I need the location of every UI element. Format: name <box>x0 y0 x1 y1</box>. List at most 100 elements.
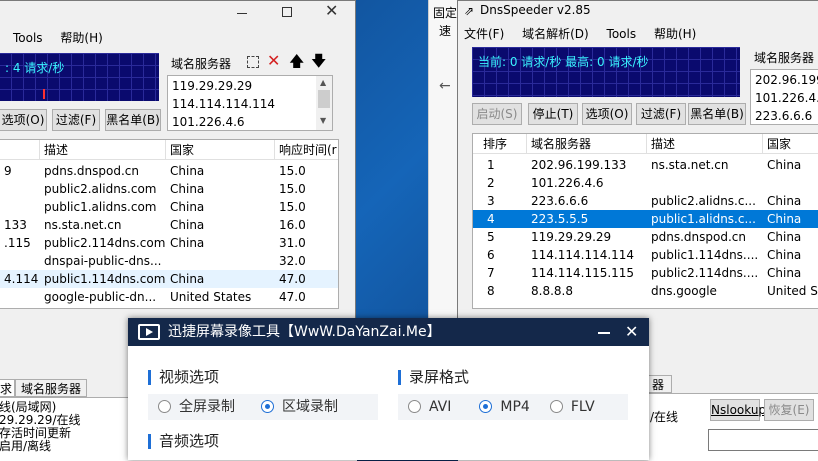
bottom-tab-dns-servers[interactable]: 域名服务器 <box>15 379 87 397</box>
dns-server-item[interactable]: 101.226.4.6 <box>172 115 245 129</box>
table-row[interactable]: 4.114 public1.114dns.com China 47.0 <box>0 270 338 288</box>
nslookup-button[interactable]: Nslookup <box>710 399 766 421</box>
start-button[interactable]: 启动(S) <box>472 103 522 125</box>
dns-server-item[interactable]: 119.29.29.29 <box>172 79 252 93</box>
table-cell-time: 16.0 <box>279 218 306 232</box>
column-header-ip[interactable] <box>0 140 40 160</box>
menu-tools[interactable]: Tools <box>13 31 43 45</box>
table-row[interactable]: .115 public2.114dns.com China 31.0 <box>0 234 338 252</box>
dns-server-item[interactable]: 101.226.4.6 <box>755 91 818 105</box>
table-row[interactable]: google-public-dn... United States 47.0 <box>0 288 338 306</box>
filter-button[interactable]: 过滤(F) <box>52 109 100 131</box>
flv-radio[interactable] <box>549 400 563 413</box>
table-row[interactable]: 8 8.8.8.8 dns.google United St <box>473 282 818 300</box>
move-up-icon[interactable]: 🡅 <box>289 51 304 76</box>
table-cell-ip: 114.114.114.114 <box>531 248 635 262</box>
back-arrow-icon[interactable]: ← <box>439 78 451 94</box>
table-cell-desc: dns.google <box>651 284 717 298</box>
table-cell-ip <box>0 198 40 216</box>
options-button[interactable]: 选项(O) <box>0 109 47 131</box>
dns-server-list[interactable]: 202.96.199.1 101.226.4.6 223.6.6.6 <box>750 69 818 125</box>
region-radio[interactable] <box>261 400 274 413</box>
options-button[interactable]: 选项(O) <box>582 103 632 125</box>
table-row[interactable]: 9 pdns.dnspod.cn China 15.0 <box>0 162 338 180</box>
table-row[interactable]: 2 101.226.4.6 <box>473 174 818 192</box>
bottom-tab-requests[interactable]: 求 <box>0 379 15 397</box>
table-cell-desc <box>647 174 763 192</box>
table-cell-desc: public1.114dns.com <box>44 272 166 286</box>
table-row[interactable]: 133 ns.sta.net.cn China 16.0 <box>0 216 338 234</box>
table-cell-ip: 114.114.115.115 <box>531 266 635 280</box>
menu-help[interactable]: 帮助(H) <box>654 27 696 41</box>
flv-label[interactable]: FLV <box>571 399 595 415</box>
dns-server-list[interactable]: 119.29.29.29 114.114.114.114 101.226.4.6… <box>167 75 333 131</box>
column-header-description[interactable]: 描述 <box>647 134 763 154</box>
menu-file[interactable]: 文件(F) <box>464 27 504 41</box>
maximize-icon[interactable] <box>280 5 294 19</box>
table-row[interactable]: 5 119.29.29.29 pdns.dnspod.cn China <box>473 228 818 246</box>
minimize-icon[interactable] <box>598 332 610 334</box>
fullscreen-label[interactable]: 全屏录制 <box>179 399 235 415</box>
blacklist-button[interactable]: 黑名单(B) <box>688 103 746 125</box>
dns-list-scrollbar[interactable]: ▲ ▼ <box>316 76 332 130</box>
dns-server-label: 域名服务器 <box>754 51 815 65</box>
minimize-icon[interactable] <box>235 5 249 19</box>
table-row[interactable]: 6 114.114.114.114 public1.114dns.... China <box>473 246 818 264</box>
table-row[interactable]: dnspai-public-dns... 32.0 <box>0 252 338 270</box>
table-cell-country: United States <box>170 290 252 304</box>
close-icon[interactable]: ✕ <box>625 318 638 346</box>
dns-server-item[interactable]: 223.6.6.6 <box>755 109 812 123</box>
column-header-dns-server[interactable]: 域名服务器 <box>527 134 647 154</box>
recorder-title-bar: 迅捷屏幕录像工具【WwW.DaYanZai.Me】 ✕ <box>128 318 649 346</box>
table-cell-ip: 133 <box>4 218 27 232</box>
screen-recorder-dialog: 迅捷屏幕录像工具【WwW.DaYanZai.Me】 ✕ 视频选项 全屏录制 区域录… <box>128 318 649 460</box>
recorder-title: 迅捷屏幕录像工具【WwW.DaYanZai.Me】 <box>168 324 441 340</box>
column-header-response-time[interactable]: 响应时间(r <box>275 140 338 160</box>
table-row[interactable]: 7 114.114.115.115 public2.114dns.... China <box>473 264 818 282</box>
dns-results-table[interactable]: 排序 域名服务器 描述 国家 1 202.96.199.133 ns.sta.net… <box>472 133 818 309</box>
column-header-rank[interactable]: 排序 <box>473 134 527 154</box>
column-header-description[interactable]: 描述 <box>40 140 166 160</box>
region-label[interactable]: 区域录制 <box>282 399 338 415</box>
dns-server-item[interactable]: 202.96.199.1 <box>755 73 818 87</box>
table-row[interactable]: 4 223.5.5.5 public1.alidns.c... China <box>473 210 818 228</box>
fullscreen-radio[interactable] <box>158 400 171 413</box>
restore-button[interactable]: 恢复(E) <box>764 399 814 421</box>
audio-options-heading: 音频选项 <box>148 434 219 449</box>
dns-server-item[interactable]: 114.114.114.114 <box>172 97 275 111</box>
table-cell-desc: public2.114dns.... <box>651 266 759 280</box>
table-row[interactable]: public2.alidns.com China 15.0 <box>0 180 338 198</box>
app-icon: ⇗ <box>464 4 475 18</box>
table-cell-desc: pdns.dnspod.cn <box>44 164 139 178</box>
bottom-tab-dns-servers[interactable]: 器 <box>648 375 672 393</box>
video-options-group: 全屏录制 区域录制 <box>148 394 378 420</box>
table-row[interactable]: public1.alidns.com China 15.0 <box>0 198 338 216</box>
table-cell-n: 6 <box>487 248 495 262</box>
table-cell-country: China <box>767 194 802 208</box>
menu-help[interactable]: 帮助(H) <box>60 31 102 45</box>
close-icon[interactable]: ✕ <box>325 3 341 19</box>
stop-button[interactable]: 停止(T) <box>528 103 578 125</box>
input-field[interactable] <box>708 429 818 451</box>
table-cell-desc: dnspai-public-dns... <box>44 254 162 268</box>
menu-tools[interactable]: Tools <box>607 27 637 41</box>
column-header-country[interactable]: 国家 <box>166 140 275 160</box>
table-row[interactable]: 3 223.6.6.6 public2.alidns.c... China <box>473 192 818 210</box>
mp4-radio[interactable] <box>479 400 493 413</box>
table-row[interactable]: 1 202.96.199.133 ns.sta.net.cn China <box>473 156 818 174</box>
blacklist-button[interactable]: 黑名单(B) <box>105 109 161 131</box>
menu-resolve[interactable]: 域名解析(D) <box>522 27 589 41</box>
add-server-icon[interactable] <box>247 56 259 68</box>
mp4-label[interactable]: MP4 <box>500 399 529 415</box>
graph-rate-text: 当前: 0 请求/秒 最高: 0 请求/秒 <box>478 55 649 69</box>
dns-results-table[interactable]: 描述 国家 响应时间(r 9 pdns.dnspod.cn China 15.0 pub… <box>0 139 339 309</box>
move-down-icon[interactable]: 🡇 <box>311 51 326 76</box>
avi-label[interactable]: AVI <box>429 399 451 415</box>
delete-server-icon[interactable]: ✕ <box>267 51 280 70</box>
column-header-country[interactable]: 国家 <box>763 134 818 154</box>
table-cell-country: United St <box>767 284 818 298</box>
filter-button[interactable]: 过滤(F) <box>636 103 686 125</box>
table-cell-ip: 101.226.4.6 <box>531 176 604 190</box>
table-cell-ip <box>0 288 40 306</box>
avi-radio[interactable] <box>408 400 421 413</box>
